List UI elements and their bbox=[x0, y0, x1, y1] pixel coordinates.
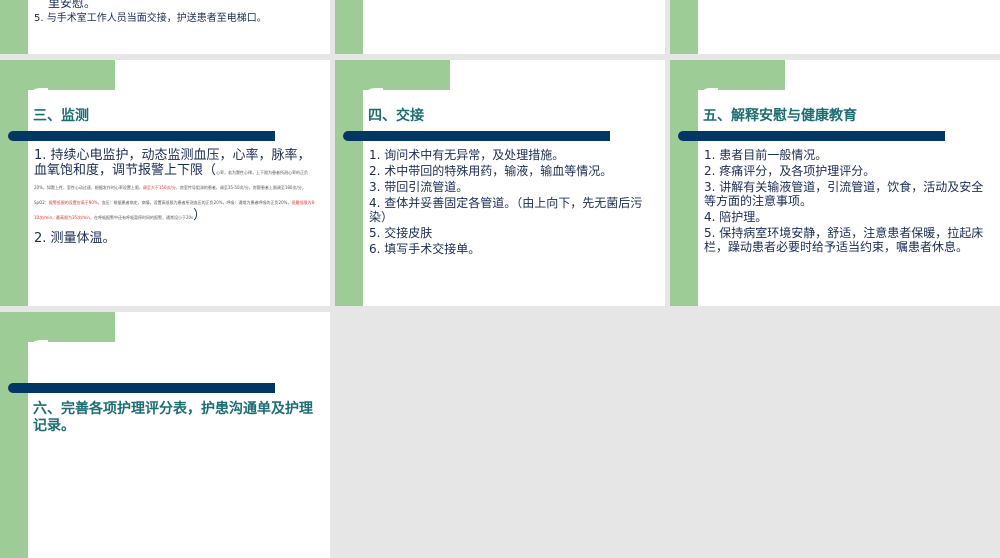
list-item: 里安慰。 bbox=[48, 0, 97, 10]
green-sidebar bbox=[0, 0, 28, 54]
list-item: 5. 与手术室工作人员当面交接，护送患者至电梯口。 bbox=[34, 13, 267, 24]
green-block bbox=[0, 312, 115, 342]
green-sidebar bbox=[0, 312, 28, 558]
list-item: 5. 保持病室环境安静，舒适，注意患者保暖，拉起床栏，躁动患者必要时给予适当约束… bbox=[704, 226, 984, 254]
green-block bbox=[335, 60, 450, 90]
title-underline-bar bbox=[8, 383, 275, 393]
list-item: 6. 填写手术交接单。 bbox=[369, 242, 481, 256]
title-underline-bar bbox=[678, 131, 945, 141]
list-item: 1. 询问术中有无异常，及处理措施。 bbox=[369, 148, 565, 162]
slide-thumbnail-1[interactable]: 里安慰。 5. 与手术室工作人员当面交接，护送患者至电梯口。 bbox=[0, 0, 330, 54]
list-item: 3. 讲解有关输液管道，引流管道，饮食，活动及安全等方面的注意事项。 bbox=[704, 180, 984, 208]
list-item: 2. 术中带回的特殊用药，输液，输血等情况。 bbox=[369, 164, 613, 178]
slide-title: 三、监测 bbox=[33, 108, 89, 124]
slide-thumbnail-records[interactable]: 六、完善各项护理评分表，护患沟通单及护理记录。 bbox=[0, 312, 330, 558]
slide-title: 六、完善各项护理评分表，护患沟通单及护理记录。 bbox=[33, 401, 313, 434]
list-item: 4. 查体并妥善固定各管道。（由上向下，先无菌后污染） bbox=[369, 196, 643, 224]
green-sidebar bbox=[670, 60, 698, 306]
green-block bbox=[0, 60, 115, 90]
slide-thumbnail-3[interactable] bbox=[670, 0, 1000, 54]
slide-title: 四、交接 bbox=[368, 108, 424, 124]
slide-title: 五、解释安慰与健康教育 bbox=[703, 108, 857, 124]
list-item: 1. 持续心电监护，动态监测血压，心率，脉率，血氧饱和度，调节报警上下限（心率，… bbox=[34, 148, 316, 223]
slide-thumbnail-monitoring[interactable]: 三、监测 1. 持续心电监护，动态监测血压，心率，脉率，血氧饱和度，调节报警上下… bbox=[0, 60, 330, 306]
list-item: 1. 患者目前一般情况。 bbox=[704, 148, 828, 162]
green-sidebar bbox=[0, 60, 28, 306]
list-item: 2. 测量体温。 bbox=[34, 231, 116, 246]
title-underline-bar bbox=[8, 131, 275, 141]
list-item: 4. 陪护理。 bbox=[704, 210, 768, 224]
green-sidebar bbox=[670, 0, 698, 54]
green-block bbox=[670, 60, 785, 90]
list-item: 2. 疼痛评分，及各项护理评分。 bbox=[704, 164, 876, 178]
slide-thumbnail-handover[interactable]: 四、交接 1. 询问术中有无异常，及处理措施。 2. 术中带回的特殊用药，输液，… bbox=[335, 60, 665, 306]
green-sidebar bbox=[335, 60, 363, 306]
slide-thumbnail-education[interactable]: 五、解释安慰与健康教育 1. 患者目前一般情况。 2. 疼痛评分，及各项护理评分… bbox=[670, 60, 1000, 306]
list-item: 5. 交接皮肤 bbox=[369, 226, 433, 240]
slide-thumbnail-2[interactable] bbox=[335, 0, 665, 54]
list-item: 3. 带回引流管道。 bbox=[369, 180, 469, 194]
title-underline-bar bbox=[343, 131, 610, 141]
green-sidebar bbox=[335, 0, 363, 54]
